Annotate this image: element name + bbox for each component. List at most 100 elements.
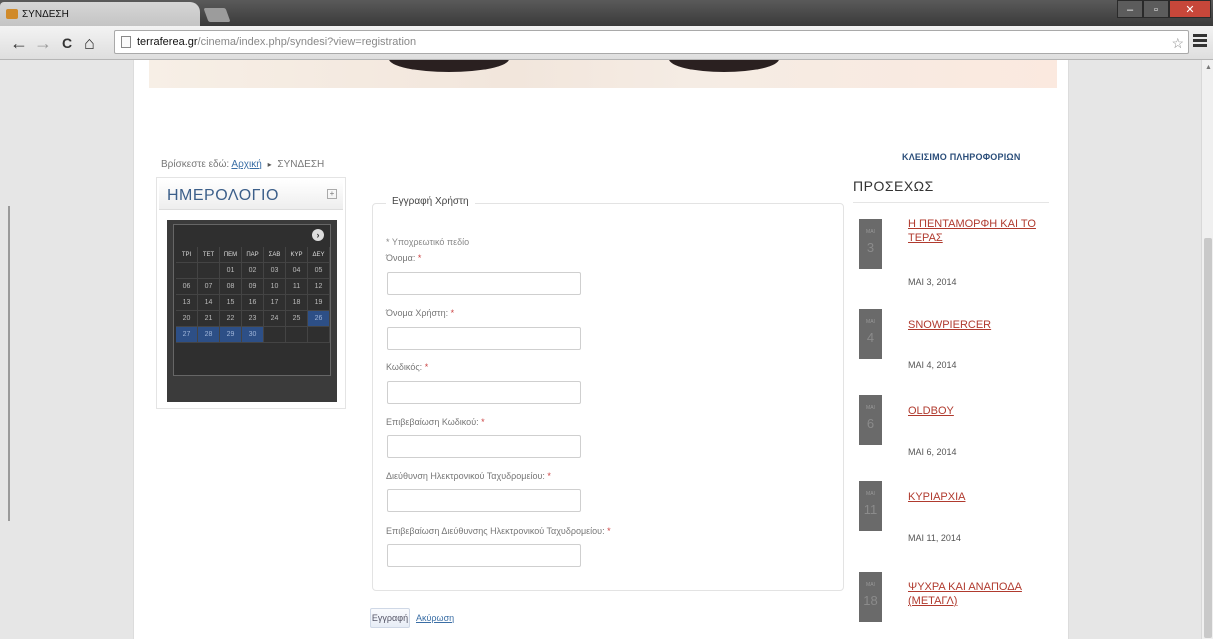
field-label: Όνομα: * <box>386 253 421 263</box>
text-input[interactable] <box>387 489 581 512</box>
maximize-button[interactable]: ▫ <box>1143 0 1169 18</box>
required-mark: * <box>481 417 485 427</box>
text-input[interactable] <box>387 435 581 458</box>
calendar-day <box>176 263 198 279</box>
event-badge-month: ΜΑΙ <box>866 319 875 325</box>
minimize-button[interactable]: – <box>1117 0 1143 18</box>
calendar-day[interactable]: 08 <box>220 279 242 295</box>
event-badge-day: 11 <box>863 502 878 517</box>
calendar-day[interactable]: 26 <box>308 311 330 327</box>
calendar-day[interactable]: 20 <box>176 311 198 327</box>
event-date: ΜΑΙ 11, 2014 <box>908 533 961 543</box>
calendar-day[interactable]: 21 <box>198 311 220 327</box>
text-input[interactable] <box>387 272 581 295</box>
text-input[interactable] <box>387 327 581 350</box>
window-controls: – ▫ ✕ <box>1117 0 1211 20</box>
calendar-day[interactable]: 28 <box>198 327 220 343</box>
calendar-day <box>308 327 330 343</box>
calendar-day[interactable]: 22 <box>220 311 242 327</box>
calendar-day[interactable]: 15 <box>220 295 242 311</box>
calendar-day[interactable]: 06 <box>176 279 198 295</box>
calendar-next-month-icon[interactable]: › <box>312 229 324 241</box>
url-path: /cinema/index.php/syndesi?view=registrat… <box>197 36 417 48</box>
field-label-text: Επιβεβαίωση Διεύθυνσης Ηλεκτρονικού Ταχυ… <box>386 526 605 536</box>
event-title-link[interactable]: OLDBOY <box>908 404 1058 418</box>
event-title-link[interactable]: ΨΥΧΡΑ ΚΑΙ ΑΝΑΠΟΔΑ (ΜΕΤΑΓΛ) <box>908 580 1058 608</box>
event-title-link[interactable]: Η ΠΕΝΤΑΜΟΡΦΗ ΚΑΙ ΤΟ ΤΕΡΑΣ <box>908 217 1058 245</box>
required-mark: * <box>424 362 429 372</box>
field-label: Επιβεβαίωση Κωδικού: * <box>386 417 485 427</box>
calendar-day-header: ΣΑΒ <box>264 247 286 263</box>
calendar-day[interactable]: 29 <box>220 327 242 343</box>
text-input[interactable] <box>387 381 581 404</box>
required-mark: * <box>417 253 422 263</box>
calendar-grid-frame: › ΤΡΙ ΤΕΤ ΠΕΜ ΠΑΡ ΣΑΒ ΚΥΡ ΔΕΥ 01 02 03 04 05 06 07 08 0… <box>173 224 331 376</box>
breadcrumb-prefix: Βρίσκεστε εδώ: <box>161 159 230 170</box>
browser-tab[interactable]: ΣΥΝΔΕΣΗ <box>0 2 200 26</box>
calendar-day-header: ΤΕΤ <box>198 247 220 263</box>
browser-menu-icon[interactable] <box>1193 34 1207 48</box>
calendar-grid: ΤΡΙ ΤΕΤ ΠΕΜ ΠΑΡ ΣΑΒ ΚΥΡ ΔΕΥ 01 02 03 04 05 06 07 08 09 1… <box>176 247 330 343</box>
calendar-day[interactable]: 12 <box>308 279 330 295</box>
calendar-day[interactable]: 13 <box>176 295 198 311</box>
calendar-day <box>286 327 308 343</box>
calendar-day[interactable]: 02 <box>242 263 264 279</box>
calendar-day[interactable]: 23 <box>242 311 264 327</box>
cancel-link[interactable]: Ακύρωση <box>416 613 454 623</box>
calendar-day[interactable]: 25 <box>286 311 308 327</box>
calendar-day[interactable]: 04 <box>286 263 308 279</box>
event-date: ΜΑΙ 3, 2014 <box>908 277 957 287</box>
calendar-day[interactable]: 11 <box>286 279 308 295</box>
event-title-link[interactable]: SNOWPIERCER <box>908 318 1058 332</box>
field-label-text: Επιβεβαίωση Κωδικού: <box>386 417 479 427</box>
registration-legend: Εγγραφή Χρήστη <box>386 196 475 207</box>
calendar-day[interactable]: 09 <box>242 279 264 295</box>
bookmark-star-icon[interactable]: ☆ <box>1171 32 1184 54</box>
calendar-day[interactable]: 27 <box>176 327 198 343</box>
calendar-day-header: ΚΥΡ <box>286 247 308 263</box>
calendar-day[interactable]: 17 <box>264 295 286 311</box>
calendar-day[interactable]: 14 <box>198 295 220 311</box>
calendar-day[interactable]: 05 <box>308 263 330 279</box>
tab-title: ΣΥΝΔΕΣΗ <box>22 9 69 20</box>
new-tab-button[interactable] <box>203 8 231 22</box>
field-label: Επιβεβαίωση Διεύθυνσης Ηλεκτρονικού Ταχυ… <box>386 526 611 536</box>
breadcrumb-home-link[interactable]: Αρχική <box>231 159 261 170</box>
event-date: ΜΑΙ 4, 2014 <box>908 360 957 370</box>
close-info-link[interactable]: ΚΛΕΙΣΙΜΟ ΠΛΗΡΟΦΟΡΙΩΝ <box>902 152 1021 162</box>
back-button[interactable]: ← <box>10 32 28 54</box>
text-input[interactable] <box>387 544 581 567</box>
field-label-text: Όνομα: <box>386 253 416 263</box>
scroll-up-icon[interactable]: ▲ <box>1205 64 1212 71</box>
event-date-badge: ΜΑΙ 11 <box>859 481 882 531</box>
calendar-day[interactable]: 10 <box>264 279 286 295</box>
calendar-day[interactable]: 03 <box>264 263 286 279</box>
header-banner-image <box>149 60 1057 88</box>
scrollbar-thumb[interactable] <box>1204 238 1212 638</box>
forward-button[interactable]: → <box>34 32 52 54</box>
reload-button[interactable]: C <box>62 32 72 54</box>
page-content: Βρίσκεστε εδώ: Αρχική ▸ ΣΥΝΔΕΣΗ ΚΛΕΙΣΙΜΟ… <box>133 60 1069 639</box>
favicon-icon <box>6 9 18 19</box>
event-badge-month: ΜΑΙ <box>866 405 875 411</box>
field-label: Διεύθυνση Ηλεκτρονικού Ταχυδρομείου: * <box>386 471 551 481</box>
home-button[interactable]: ⌂ <box>84 32 95 54</box>
calendar-toggle-button[interactable]: + <box>327 189 337 199</box>
address-bar[interactable]: terraferea.gr/cinema/index.php/syndesi?v… <box>114 30 1189 54</box>
calendar-day <box>198 263 220 279</box>
calendar-day[interactable]: 18 <box>286 295 308 311</box>
calendar-day[interactable]: 01 <box>220 263 242 279</box>
field-label-text: Όνομα Χρήστη: <box>386 308 449 318</box>
register-button[interactable]: Εγγραφή <box>370 608 410 628</box>
calendar-day[interactable]: 30 <box>242 327 264 343</box>
browser-titlebar: ΣΥΝΔΕΣΗ – ▫ ✕ <box>0 0 1213 26</box>
calendar-day[interactable]: 19 <box>308 295 330 311</box>
event-title-link[interactable]: ΚΥΡΙΑΡΧΙΑ <box>908 490 1058 504</box>
event-badge-day: 18 <box>863 593 878 608</box>
calendar-day[interactable]: 16 <box>242 295 264 311</box>
calendar-day-header: ΔΕΥ <box>308 247 330 263</box>
close-window-button[interactable]: ✕ <box>1169 0 1211 18</box>
calendar-day[interactable]: 24 <box>264 311 286 327</box>
calendar-day[interactable]: 07 <box>198 279 220 295</box>
page-scrollbar[interactable]: ▲ <box>1201 60 1213 639</box>
